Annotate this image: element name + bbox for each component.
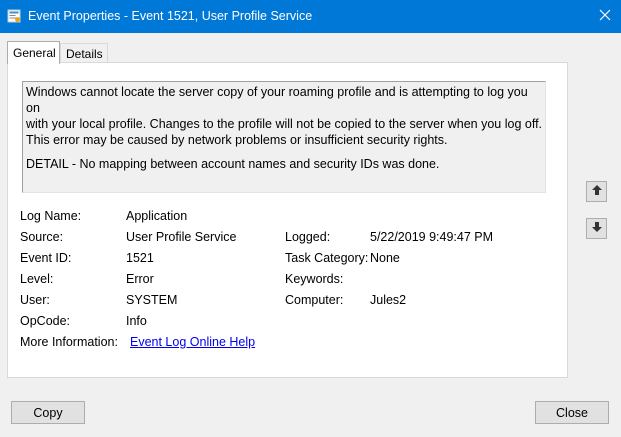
event-log-online-help-link[interactable]: Event Log Online Help [130, 335, 255, 349]
tab-general[interactable]: General [7, 41, 60, 64]
level-value: Error [126, 272, 154, 286]
keywords-label: Keywords: [285, 272, 344, 286]
source-value: User Profile Service [126, 230, 237, 244]
log-name-label: Log Name: [20, 209, 82, 223]
level-label: Level: [20, 272, 54, 286]
event-id-label: Event ID: [20, 251, 72, 265]
opcode-value: Info [126, 314, 147, 328]
user-label: User: [20, 293, 50, 307]
log-name-value: Application [126, 209, 188, 223]
close-window-button[interactable] [589, 0, 621, 33]
arrow-down-icon [591, 221, 603, 236]
logged-value: 5/22/2019 9:49:47 PM [370, 230, 494, 244]
tab-details[interactable]: Details [60, 43, 108, 63]
user-value: SYSTEM [126, 293, 178, 307]
title-bar: Event Properties - Event 1521, User Prof… [0, 0, 621, 33]
window-title: Event Properties - Event 1521, User Prof… [28, 9, 313, 23]
computer-value: Jules2 [370, 293, 407, 307]
general-tab-panel: Windows cannot locate the server copy of… [7, 62, 568, 378]
task-category-label: Task Category: [285, 251, 369, 265]
source-label: Source: [20, 230, 64, 244]
event-viewer-icon [7, 9, 21, 23]
event-description[interactable]: Windows cannot locate the server copy of… [22, 81, 546, 193]
copy-button[interactable]: Copy [11, 401, 85, 424]
description-detail: DETAIL - No mapping between account name… [26, 157, 440, 171]
arrow-up-icon [591, 184, 603, 199]
logged-label: Logged: [285, 230, 331, 244]
more-information-label: More Information: [20, 335, 118, 349]
next-event-button[interactable] [586, 218, 607, 239]
description-text: Windows cannot locate the server copy of… [26, 85, 543, 147]
close-icon [599, 9, 611, 24]
close-button[interactable]: Close [535, 401, 609, 424]
event-id-value: 1521 [126, 251, 154, 265]
task-category-value: None [370, 251, 400, 265]
opcode-label: OpCode: [20, 314, 71, 328]
previous-event-button[interactable] [586, 181, 607, 202]
computer-label: Computer: [285, 293, 344, 307]
